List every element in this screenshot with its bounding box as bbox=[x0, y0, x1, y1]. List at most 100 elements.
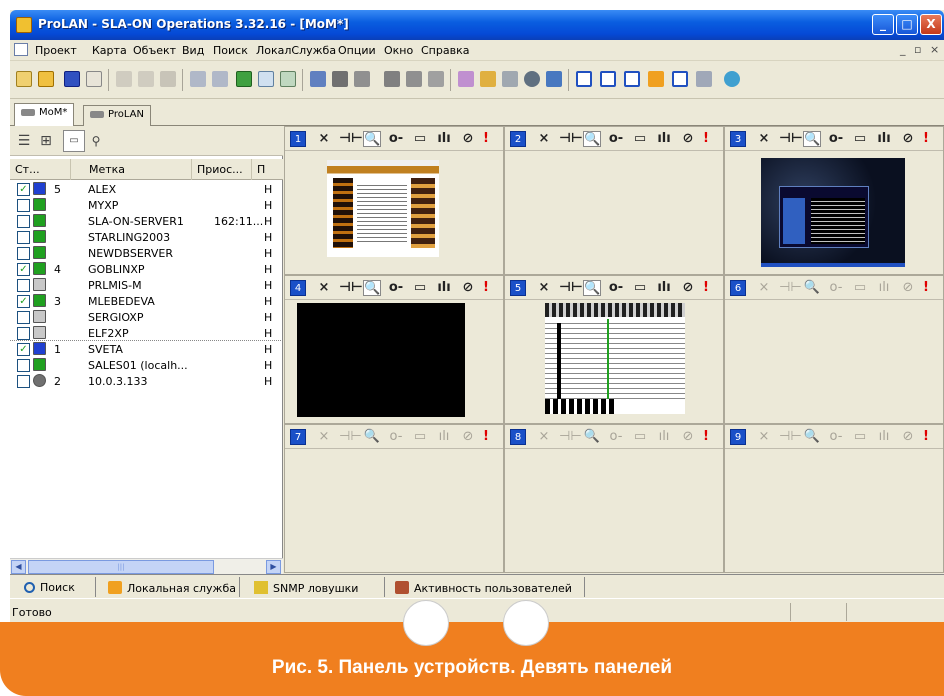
close-icon[interactable]: × bbox=[315, 429, 333, 445]
alert-icon[interactable]: ! bbox=[703, 429, 709, 444]
key-icon[interactable]: o- bbox=[827, 429, 845, 445]
table-icon[interactable] bbox=[280, 71, 296, 87]
refresh-icon[interactable]: ⊘ bbox=[899, 131, 917, 147]
menu-map[interactable]: Карта bbox=[92, 44, 127, 57]
refresh-icon[interactable]: ⊘ bbox=[459, 280, 477, 296]
refresh-icon[interactable]: ⊘ bbox=[679, 429, 697, 445]
pin-icon[interactable]: ⊣⊢ bbox=[779, 280, 802, 296]
chart-icon[interactable]: ılı bbox=[655, 131, 673, 147]
chart-icon[interactable]: ılı bbox=[435, 429, 453, 445]
paste-icon[interactable] bbox=[160, 71, 176, 87]
list-view-toggle-icon[interactable]: ☰ bbox=[13, 130, 35, 152]
magic-wand-icon[interactable] bbox=[86, 71, 102, 87]
zoom-icon[interactable]: 🔍 bbox=[803, 131, 821, 147]
tab-local-service[interactable]: Локальная служба bbox=[96, 577, 240, 597]
chart-icon[interactable]: ılı bbox=[875, 280, 893, 296]
close-icon[interactable]: × bbox=[535, 429, 553, 445]
chart-icon[interactable]: ılı bbox=[435, 280, 453, 296]
pin-icon[interactable]: ⊣⊢ bbox=[559, 280, 583, 296]
device-checkbox[interactable] bbox=[17, 199, 30, 212]
column-status[interactable]: Ст... bbox=[10, 159, 71, 180]
panel-number-badge[interactable]: 6 bbox=[730, 280, 746, 296]
device-row[interactable]: 2 10.0.3.133 Н bbox=[10, 373, 283, 389]
refresh-icon[interactable]: ⊘ bbox=[899, 429, 917, 445]
zoom-icon[interactable]: 🔍 bbox=[583, 131, 601, 147]
screen-icon[interactable]: ▭ bbox=[411, 131, 429, 147]
device-row[interactable]: PRLMIS-M Н bbox=[10, 277, 283, 293]
column-priority[interactable]: Приос... bbox=[192, 159, 252, 180]
zoom-icon[interactable]: 🔍 bbox=[363, 131, 381, 147]
key-icon[interactable]: o- bbox=[607, 280, 625, 296]
monitor-panel-8[interactable]: 8 × ⊣⊢ 🔍 o- ▭ ılı ⊘! bbox=[504, 424, 724, 573]
alert-icon[interactable]: ! bbox=[483, 429, 489, 444]
device-row[interactable]: ✓ 1 SVETA Н bbox=[10, 341, 283, 357]
cable-icon[interactable] bbox=[428, 71, 444, 87]
chart-icon[interactable]: ılı bbox=[875, 131, 893, 147]
device-checkbox[interactable]: ✓ bbox=[17, 183, 30, 196]
refresh-icon[interactable]: ⊘ bbox=[679, 131, 697, 147]
close-icon[interactable]: × bbox=[755, 131, 773, 147]
computer-icon[interactable] bbox=[406, 71, 422, 87]
zoom-icon[interactable]: 🔍 bbox=[583, 280, 601, 296]
close-icon[interactable]: × bbox=[755, 429, 773, 445]
scroll-right-icon[interactable]: ▶ bbox=[266, 560, 281, 574]
zoom-icon[interactable]: 🔍 bbox=[583, 429, 601, 445]
open-folder-icon[interactable] bbox=[38, 71, 54, 87]
pin-icon[interactable]: ⊣⊢ bbox=[779, 429, 802, 445]
remote-screen-thumbnail[interactable] bbox=[327, 160, 439, 257]
chart-icon[interactable]: ılı bbox=[655, 429, 673, 445]
remote-screen-thumbnail[interactable] bbox=[297, 303, 465, 417]
device-row[interactable]: ✓ 3 MLEBEDEVA Н bbox=[10, 293, 283, 309]
key-icon[interactable]: o- bbox=[827, 131, 845, 147]
key-icon[interactable]: o- bbox=[387, 280, 405, 296]
device-row[interactable]: ✓ 5 ALEX Н bbox=[10, 181, 283, 197]
panel-number-badge[interactable]: 4 bbox=[290, 280, 306, 296]
copy-icon[interactable] bbox=[138, 71, 154, 87]
column-p[interactable]: П bbox=[252, 159, 283, 180]
close-icon[interactable]: × bbox=[535, 131, 553, 147]
alert-icon[interactable]: ! bbox=[923, 429, 929, 444]
device-row[interactable]: SLA-ON-SERVER1 162:11... Н bbox=[10, 213, 283, 229]
properties-icon[interactable] bbox=[696, 71, 712, 87]
list-view-icon[interactable] bbox=[624, 71, 640, 87]
menu-view[interactable]: Вид bbox=[182, 44, 204, 57]
panel-number-badge[interactable]: 7 bbox=[290, 429, 306, 445]
menu-object[interactable]: Объект bbox=[133, 44, 176, 57]
menu-options[interactable]: Опции bbox=[338, 44, 376, 57]
screen-icon[interactable]: ▭ bbox=[631, 280, 649, 296]
network-icon[interactable] bbox=[384, 71, 400, 87]
device-checkbox[interactable]: ✓ bbox=[17, 343, 30, 356]
alert-icon[interactable]: ! bbox=[703, 280, 709, 295]
zoom-icon[interactable]: 🔍 bbox=[363, 429, 381, 445]
globe-icon[interactable] bbox=[524, 71, 540, 87]
panel-number-badge[interactable]: 1 bbox=[290, 131, 306, 147]
app-icon[interactable] bbox=[16, 17, 32, 33]
tab-snmp[interactable]: SNMP ловушки bbox=[240, 577, 385, 597]
device-checkbox[interactable] bbox=[17, 247, 30, 260]
tab-mom[interactable]: MoM* bbox=[14, 103, 75, 126]
tab-prolan[interactable]: ProLAN bbox=[83, 105, 151, 126]
zoom-icon[interactable]: 🔍 bbox=[803, 429, 821, 445]
scrollbar-thumb[interactable]: ||| bbox=[28, 560, 214, 574]
key-icon[interactable]: o- bbox=[607, 131, 625, 147]
screen-icon[interactable]: ▭ bbox=[631, 131, 649, 147]
refresh-icon[interactable]: ⊘ bbox=[459, 429, 477, 445]
grid-layout-icon[interactable]: ⊞ bbox=[35, 130, 57, 152]
device-row[interactable]: NEWDBSERVER Н bbox=[10, 245, 283, 261]
chart-icon[interactable]: ılı bbox=[655, 280, 673, 296]
key-icon[interactable]: o- bbox=[607, 429, 625, 445]
monitor-panel-5[interactable]: 5 × ⊣⊢ 🔍 o- ▭ ılı ⊘! bbox=[504, 275, 724, 424]
mdi-window-icon[interactable] bbox=[14, 43, 28, 56]
device-row[interactable]: MYXP Н bbox=[10, 197, 283, 213]
panel-number-badge[interactable]: 2 bbox=[510, 131, 526, 147]
refresh-icon[interactable]: ⊘ bbox=[459, 131, 477, 147]
plug-icon[interactable] bbox=[502, 71, 518, 87]
monitor-panel-2[interactable]: 2 × ⊣⊢ 🔍 o- ▭ ılı ⊘! bbox=[504, 126, 724, 275]
monitor-panel-3[interactable]: 3 × ⊣⊢ 🔍 o- ▭ ılı ⊘! bbox=[724, 126, 944, 275]
device-checkbox[interactable] bbox=[17, 279, 30, 292]
alert-icon[interactable]: ! bbox=[923, 131, 929, 146]
monitor-panel-1[interactable]: 1 × ⊣⊢ 🔍 o- ▭ ılı ⊘! bbox=[284, 126, 504, 275]
pin-icon[interactable]: ⊣⊢ bbox=[559, 429, 582, 445]
menu-window[interactable]: Окно bbox=[384, 44, 413, 57]
server-icon[interactable] bbox=[332, 71, 348, 87]
